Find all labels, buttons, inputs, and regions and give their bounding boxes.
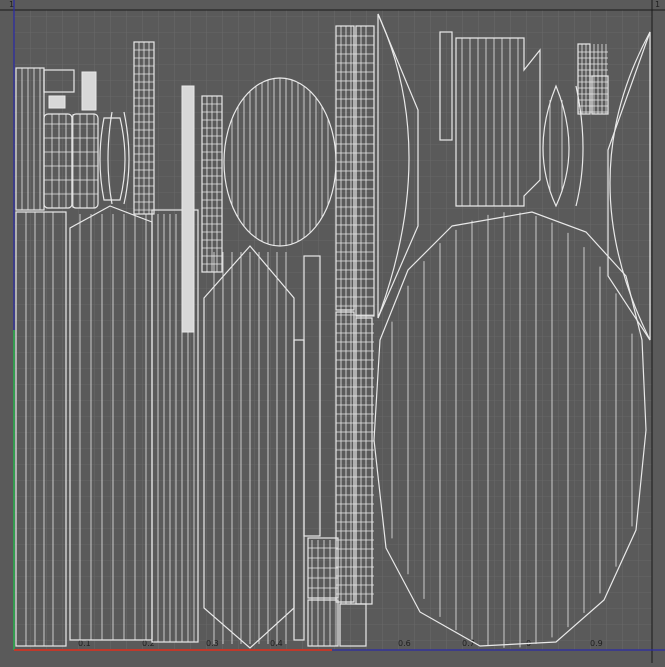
u-tick-label: 0.3: [206, 639, 219, 648]
uv-canvas[interactable]: 1 1 0.1 0.2 0.3 0.4 0.6 0.7 0 0.9: [0, 0, 665, 663]
corner-label-top-left: 1: [9, 0, 14, 9]
u-tick-label: 0.7: [462, 639, 475, 648]
u-tick-label: 0.9: [590, 639, 603, 648]
uv-editor-viewport[interactable]: 1 1 0.1 0.2 0.3 0.4 0.6 0.7 0 0.9: [0, 0, 665, 663]
u-tick-label: 0.6: [398, 639, 411, 648]
uv-grid: [14, 10, 652, 650]
u-tick-label: 0.4: [270, 639, 283, 648]
corner-label-top-right: 1: [655, 0, 660, 9]
